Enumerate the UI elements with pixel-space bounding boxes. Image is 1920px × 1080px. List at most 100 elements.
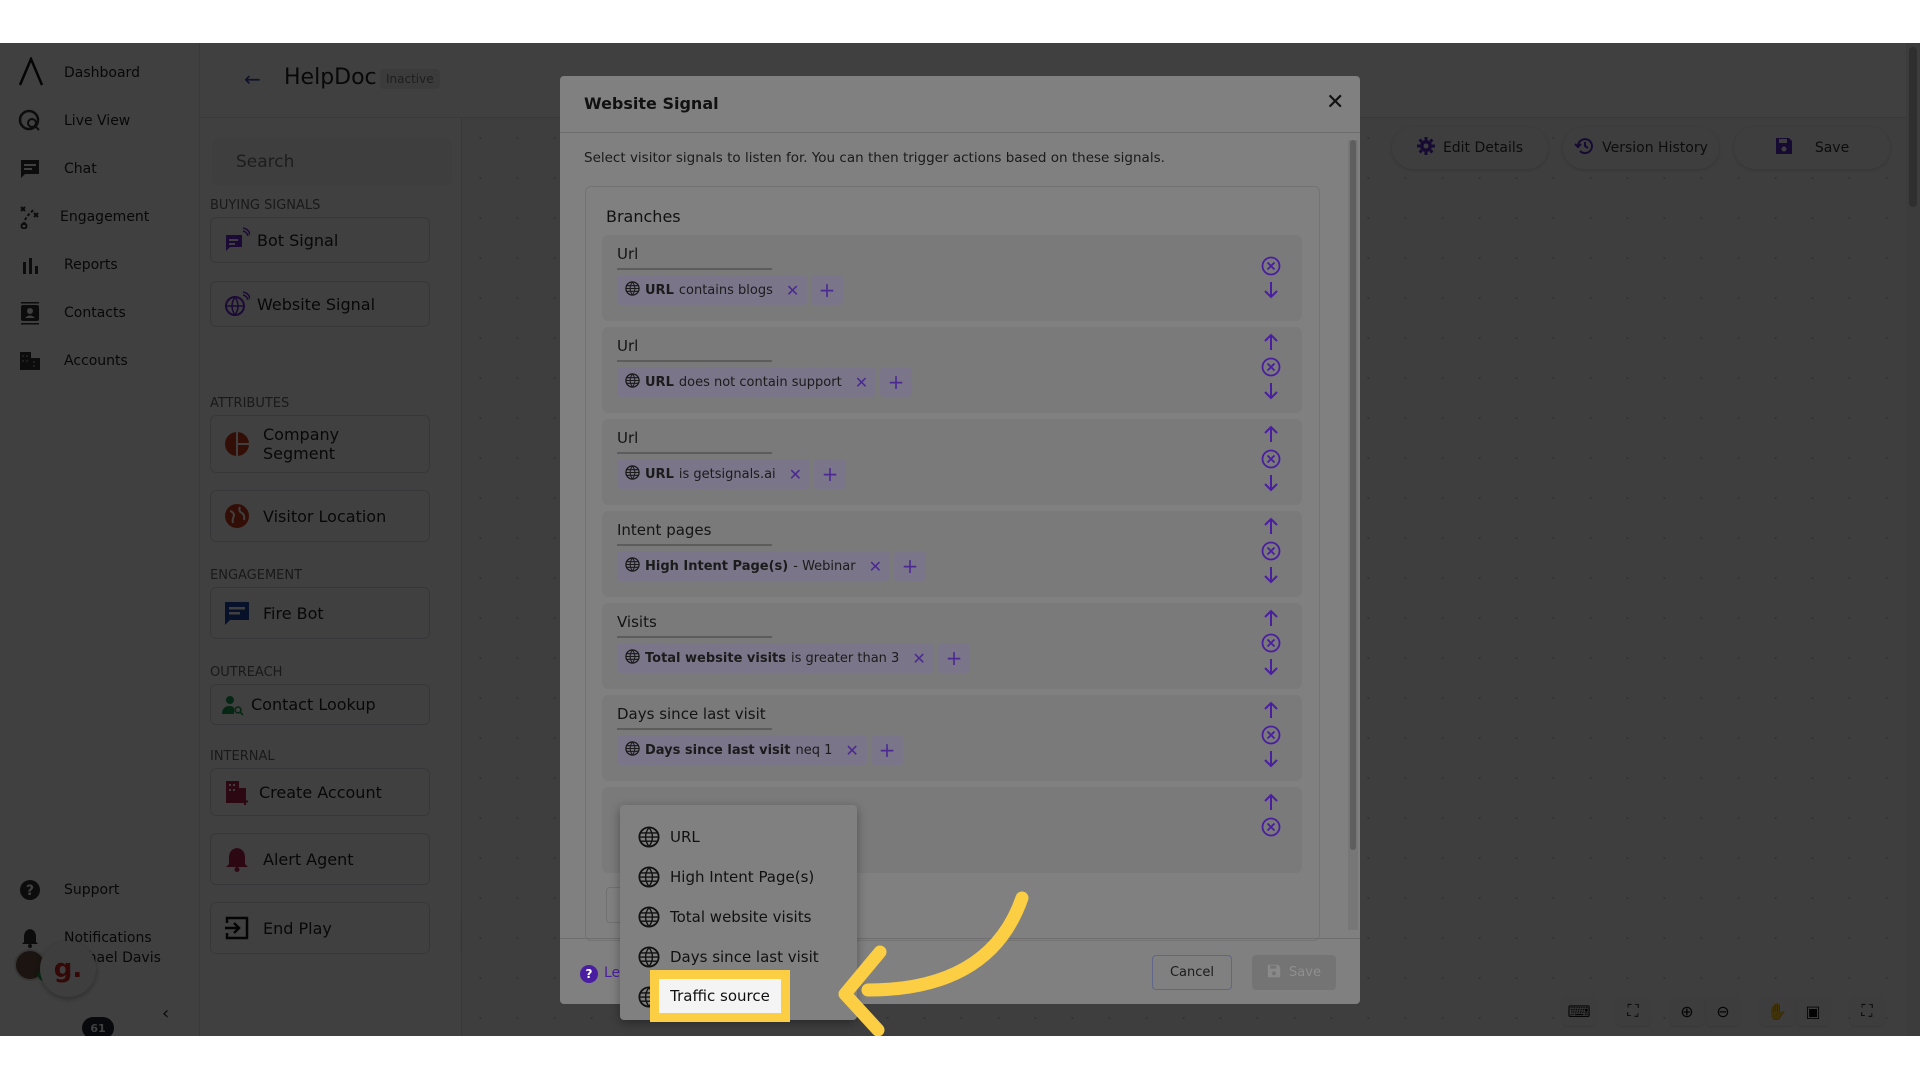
plus-icon: + (887, 370, 905, 394)
move-down-icon[interactable] (1260, 279, 1282, 301)
remove-condition-icon[interactable]: ✕ (845, 741, 858, 760)
condition-value: does not contain support (678, 374, 842, 390)
condition-value: - Webinar (793, 558, 856, 574)
globe-icon (625, 556, 640, 576)
cancel-button[interactable]: Cancel (1152, 955, 1232, 990)
condition-value: is getsignals.ai (678, 466, 776, 482)
move-up-icon[interactable] (1260, 791, 1282, 813)
modal-scrollbar[interactable] (1348, 140, 1358, 930)
condition-chip[interactable]: High Intent Page(s) - Webinar ✕ (617, 551, 890, 581)
condition-chip[interactable]: URL contains blogs ✕ (617, 275, 808, 305)
globe-icon (625, 648, 640, 668)
branch-name[interactable]: Url (617, 337, 638, 355)
branch-name-underline (617, 636, 772, 638)
globe-icon (625, 280, 640, 300)
add-condition-button[interactable]: + (938, 643, 970, 673)
condition-value: contains blogs (678, 282, 773, 298)
dropdown-option-label: URL (670, 828, 700, 846)
bottom-margin (0, 1036, 1920, 1080)
move-up-icon[interactable] (1260, 331, 1282, 353)
add-condition-button[interactable]: + (811, 275, 843, 305)
move-up-icon[interactable] (1260, 423, 1282, 445)
branch-row: Visits Total website visits is greater tha… (602, 603, 1302, 689)
dropdown-option-label: Total website visits (670, 908, 812, 926)
condition-chip[interactable]: URL does not contain support ✕ (617, 367, 877, 397)
modal-header: Website Signal ✕ (560, 76, 1360, 133)
move-up-icon[interactable] (1260, 515, 1282, 537)
close-icon[interactable]: ✕ (1326, 90, 1344, 115)
plus-icon: + (901, 554, 919, 578)
branch-name[interactable]: Intent pages (617, 521, 711, 539)
dropdown-option[interactable]: Total website visits (620, 897, 857, 937)
modal-title: Website Signal (584, 94, 719, 113)
floppy-disk-icon (1267, 964, 1281, 982)
globe-icon (638, 946, 660, 968)
globe-icon (638, 826, 660, 848)
branch-row: Url URL is getsignals.ai ✕ + (602, 419, 1302, 505)
condition-field: URL (645, 374, 674, 390)
branch-name[interactable]: Url (617, 245, 638, 263)
condition-chip[interactable]: Days since last visit neq 1 ✕ (617, 735, 867, 765)
plus-icon: + (818, 278, 836, 302)
condition-value: neq 1 (795, 742, 833, 758)
globe-icon (625, 372, 640, 392)
branch-row: Url URL does not contain support ✕ + (602, 327, 1302, 413)
remove-branch-icon[interactable] (1260, 540, 1282, 562)
remove-branch-icon[interactable] (1260, 255, 1282, 277)
add-condition-button[interactable]: + (880, 367, 912, 397)
condition-field: Days since last visit (645, 742, 791, 758)
condition-chip[interactable]: Total website visits is greater than 3 ✕ (617, 643, 934, 673)
condition-field: URL (645, 466, 674, 482)
plus-icon: + (878, 738, 896, 762)
move-up-icon[interactable] (1260, 607, 1282, 629)
globe-icon (625, 464, 640, 484)
condition-field: Total website visits (645, 650, 787, 666)
remove-condition-icon[interactable]: ✕ (855, 373, 868, 392)
remove-branch-icon[interactable] (1260, 816, 1282, 838)
modal-scrollbar-thumb[interactable] (1350, 140, 1356, 850)
dropdown-option-label: Days since last visit (670, 948, 819, 966)
condition-field: High Intent Page(s) (645, 558, 789, 574)
modal-save-label: Save (1289, 965, 1321, 980)
remove-branch-icon[interactable] (1260, 724, 1282, 746)
move-down-icon[interactable] (1260, 564, 1282, 586)
condition-value: is greater than 3 (791, 650, 900, 666)
move-down-icon[interactable] (1260, 472, 1282, 494)
modal-description: Select visitor signals to listen for. Yo… (584, 150, 1165, 166)
top-margin (0, 0, 1920, 43)
remove-condition-icon[interactable]: ✕ (869, 557, 882, 576)
add-condition-button[interactable]: + (871, 735, 903, 765)
dropdown-option[interactable]: URL (620, 817, 857, 857)
remove-condition-icon[interactable]: ✕ (789, 465, 802, 484)
branch-name[interactable]: Visits (617, 613, 657, 631)
highlighted-option-traffic-source[interactable]: Traffic source (650, 970, 790, 1022)
remove-condition-icon[interactable]: ✕ (912, 649, 925, 668)
move-down-icon[interactable] (1260, 656, 1282, 678)
move-down-icon[interactable] (1260, 748, 1282, 770)
dropdown-option-label: High Intent Page(s) (670, 868, 815, 886)
remove-condition-icon[interactable]: ✕ (786, 281, 799, 300)
branch-name-underline (617, 360, 772, 362)
remove-branch-icon[interactable] (1260, 356, 1282, 378)
branch-row: Url URL contains blogs ✕ + (602, 235, 1302, 321)
move-up-icon[interactable] (1260, 699, 1282, 721)
branch-name[interactable]: Url (617, 429, 638, 447)
condition-field: URL (645, 282, 674, 298)
add-condition-button[interactable]: + (814, 459, 846, 489)
help-icon: ? (580, 965, 598, 983)
add-condition-button[interactable]: + (894, 551, 926, 581)
globe-icon (625, 740, 640, 760)
globe-icon (638, 866, 660, 888)
branch-name[interactable]: Days since last visit (617, 705, 766, 723)
remove-branch-icon[interactable] (1260, 448, 1282, 470)
dropdown-option[interactable]: High Intent Page(s) (620, 857, 857, 897)
branch-name-underline (617, 268, 772, 270)
move-down-icon[interactable] (1260, 380, 1282, 402)
modal-save-button[interactable]: Save (1252, 955, 1336, 990)
branch-name-underline (617, 544, 772, 546)
plus-icon: + (821, 462, 839, 486)
condition-chip[interactable]: URL is getsignals.ai ✕ (617, 459, 811, 489)
branches-title: Branches (606, 207, 681, 226)
remove-branch-icon[interactable] (1260, 632, 1282, 654)
highlighted-option-label: Traffic source (670, 987, 770, 1005)
